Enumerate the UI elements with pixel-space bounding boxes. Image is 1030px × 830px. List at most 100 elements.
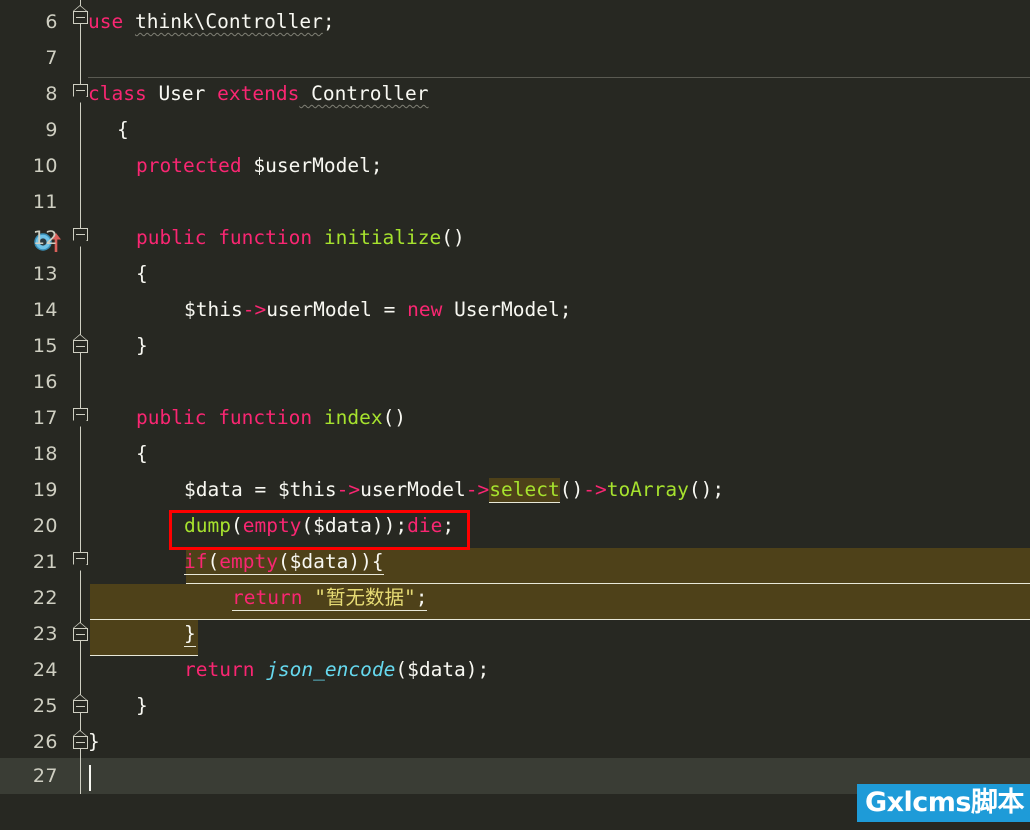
- token-method-initialize: initialize: [323, 226, 442, 249]
- fold-marker-line-8[interactable]: [72, 84, 88, 103]
- line-number-25: 25: [32, 695, 58, 717]
- token-property-usermodel: $userModel;: [241, 154, 383, 177]
- token-brace-close: }: [136, 694, 148, 717]
- line-number-21: 21: [32, 551, 58, 573]
- token-paren-open: (: [207, 550, 220, 575]
- token-keyword-die: die: [407, 514, 443, 537]
- code-line-19[interactable]: $data = $this->userModel->select()->toAr…: [184, 472, 724, 508]
- line-number-8: 8: [45, 83, 58, 105]
- code-line-26[interactable]: }: [88, 724, 100, 760]
- code-line-22[interactable]: return "暂无数据";: [232, 580, 428, 616]
- line-number-14: 14: [32, 299, 58, 321]
- token-keyword-return: return: [232, 586, 303, 611]
- line-number-13: 13: [32, 263, 58, 285]
- text-caret: [89, 765, 91, 791]
- token-variable-data: $data: [184, 478, 243, 501]
- token-brace-close: }: [184, 622, 196, 647]
- code-line-18[interactable]: {: [136, 436, 148, 472]
- code-line-13[interactable]: {: [136, 256, 148, 292]
- code-line-17[interactable]: public function index(): [136, 400, 406, 436]
- token-function-json-encode: json_encode: [266, 658, 396, 681]
- token-brace-open: {: [136, 442, 148, 465]
- code-line-14[interactable]: $this->userModel = new UserModel;: [184, 292, 571, 328]
- token-args: ($data));: [301, 514, 408, 537]
- code-line-21[interactable]: if(empty($data)){: [184, 544, 384, 580]
- token-arrow: ->: [465, 478, 490, 501]
- code-line-20[interactable]: dump(empty($data));die;: [184, 508, 454, 544]
- fold-marker-line-26[interactable]: [73, 730, 88, 755]
- code-line-12[interactable]: public function initialize(): [136, 220, 465, 256]
- fold-marker-line-25[interactable]: [73, 694, 88, 719]
- selection-band-line-23: [90, 620, 198, 656]
- line-number-27: 27: [32, 765, 58, 787]
- token-parens: (): [382, 406, 407, 429]
- token-class-name-user: User: [146, 82, 218, 105]
- token-keyword-empty: empty: [242, 514, 302, 537]
- fold-marker-line-17[interactable]: [72, 408, 88, 427]
- token-condition-rest: ($data)){: [277, 550, 384, 575]
- token-parens: (): [559, 478, 584, 501]
- line-number-15: 15: [32, 335, 58, 357]
- token-string-no-data: "暂无数据": [314, 586, 416, 611]
- fold-marker-line-21[interactable]: [72, 552, 88, 571]
- token-keyword-function: function: [206, 226, 324, 249]
- token-namespace-controller: think\Controller: [134, 10, 323, 33]
- code-line-6[interactable]: use think\Controller;: [88, 4, 335, 40]
- token-semicolon: ;: [442, 514, 455, 537]
- selection-underline-22: [90, 619, 1030, 620]
- fold-marker-line-15[interactable]: [73, 334, 88, 359]
- token-arrow: ->: [583, 478, 607, 501]
- token-keyword-function: function: [206, 406, 324, 429]
- fold-marker-line-6[interactable]: [73, 5, 88, 30]
- token-keyword-return: return: [184, 658, 255, 681]
- token-parens: ();: [688, 478, 725, 501]
- line-number-23: 23: [32, 623, 58, 645]
- line-number-11: 11: [32, 191, 58, 213]
- line-number-6: 6: [45, 11, 58, 33]
- token-space: [302, 586, 315, 611]
- token-keyword-empty: empty: [219, 550, 278, 575]
- line-number-18: 18: [32, 443, 58, 465]
- line-number-24: 24: [32, 659, 58, 681]
- token-keyword-protected: protected: [136, 154, 242, 177]
- line-number-26: 26: [32, 731, 58, 753]
- token-property-usermodel: userModel: [360, 478, 466, 501]
- code-line-15[interactable]: }: [136, 328, 148, 364]
- token-variable-this: $this: [277, 478, 337, 501]
- code-line-8[interactable]: class User extends Controller: [88, 76, 428, 112]
- selection-band-line-22: [90, 584, 1030, 620]
- watermark-label: Gxlcms脚本: [856, 784, 1030, 822]
- token-brace-close: }: [136, 334, 148, 357]
- token-args: ($data);: [395, 658, 490, 681]
- token-arrow: ->: [336, 478, 361, 501]
- token-keyword-extends: extends: [217, 82, 300, 105]
- fold-marker-line-23[interactable]: [73, 622, 88, 647]
- code-line-9[interactable]: {: [117, 112, 129, 148]
- token-parens: (): [441, 226, 465, 249]
- line-number-12: 12: [32, 227, 58, 249]
- code-line-24[interactable]: return json_encode($data);: [184, 652, 489, 688]
- token-method-toarray: toArray: [606, 478, 689, 501]
- token-property-usermodel: userModel: [266, 298, 372, 321]
- code-editor[interactable]: 6 7 8 9 10 11 12 13 14 15 16 17 18 19 20…: [0, 0, 1030, 830]
- code-line-23[interactable]: }: [184, 616, 196, 652]
- token-variable-this: $this: [184, 298, 243, 321]
- token-method-select-highlighted: select: [489, 478, 560, 503]
- token-keyword-public: public: [136, 406, 207, 429]
- line-number-10: 10: [32, 155, 58, 177]
- fold-marker-line-12[interactable]: [72, 228, 88, 247]
- token-arrow: ->: [242, 298, 267, 321]
- token-method-index: index: [323, 406, 383, 429]
- token-semicolon: ;: [415, 586, 428, 611]
- code-line-10[interactable]: protected $userModel;: [136, 148, 383, 184]
- token-brace-open: {: [117, 118, 129, 141]
- token-brace-open: {: [136, 262, 148, 285]
- token-semicolon: ;: [322, 10, 335, 33]
- line-number-22: 22: [32, 587, 58, 609]
- token-keyword-public: public: [136, 226, 207, 249]
- token-keyword-use: use: [88, 10, 124, 33]
- line-number-19: 19: [32, 479, 58, 501]
- code-line-25[interactable]: }: [136, 688, 148, 724]
- line-number-16: 16: [32, 371, 58, 393]
